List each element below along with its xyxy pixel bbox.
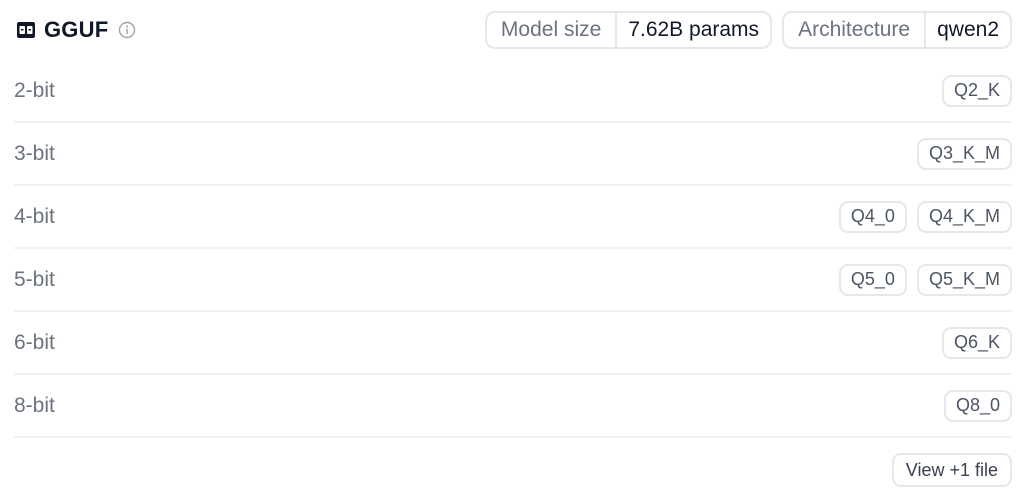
quant-button-q6-k[interactable]: Q6_K bbox=[941, 326, 1012, 359]
page-title: GGUF bbox=[44, 17, 109, 42]
architecture-pill: Architecture qwen2 bbox=[782, 11, 1012, 49]
quant-row-4-bit: 4-bit Q4_0 Q4_K_M bbox=[14, 186, 1012, 249]
view-more-files-button[interactable]: View +1 file bbox=[891, 453, 1012, 487]
model-size-label: Model size bbox=[487, 13, 618, 47]
quant-buttons: Q3_K_M bbox=[916, 137, 1012, 170]
quant-row-3-bit: 3-bit Q3_K_M bbox=[14, 123, 1012, 186]
quantization-list: 2-bit Q2_K 3-bit Q3_K_M 4-bit Q4_0 Q4_K_… bbox=[14, 60, 1012, 438]
quant-button-q5-0[interactable]: Q5_0 bbox=[838, 263, 907, 296]
quant-row-8-bit: 8-bit Q8_0 bbox=[14, 375, 1012, 438]
gguf-header: GGUF Model size 7.62B params Architectur… bbox=[14, 0, 1012, 60]
quant-buttons: Q5_0 Q5_K_M bbox=[838, 263, 1012, 296]
bit-label: 2-bit bbox=[14, 78, 55, 102]
gguf-title-group: GGUF bbox=[14, 17, 136, 43]
bit-label: 4-bit bbox=[14, 204, 55, 228]
quant-button-q8-0[interactable]: Q8_0 bbox=[943, 389, 1012, 422]
quant-button-q4-k-m[interactable]: Q4_K_M bbox=[916, 200, 1012, 233]
bit-label: 8-bit bbox=[14, 393, 55, 417]
model-meta: Model size 7.62B params Architecture qwe… bbox=[484, 11, 1012, 49]
quant-buttons: Q8_0 bbox=[943, 389, 1012, 422]
gguf-footer: View +1 file bbox=[14, 438, 1012, 502]
quant-buttons: Q2_K bbox=[941, 74, 1012, 107]
gguf-panel: GGUF Model size 7.62B params Architectur… bbox=[0, 0, 1022, 504]
quant-button-q5-k-m[interactable]: Q5_K_M bbox=[916, 263, 1012, 296]
quant-button-q3-k-m[interactable]: Q3_K_M bbox=[916, 137, 1012, 170]
model-size-value: 7.62B params bbox=[628, 18, 760, 41]
quant-buttons: Q4_0 Q4_K_M bbox=[838, 200, 1012, 233]
gguf-file-icon bbox=[16, 21, 36, 39]
quant-button-q2-k[interactable]: Q2_K bbox=[941, 74, 1012, 107]
quant-row-2-bit: 2-bit Q2_K bbox=[14, 60, 1012, 123]
quant-buttons: Q6_K bbox=[941, 326, 1012, 359]
bit-label: 5-bit bbox=[14, 267, 55, 291]
architecture-value: qwen2 bbox=[937, 18, 999, 41]
quant-row-6-bit: 6-bit Q6_K bbox=[14, 312, 1012, 375]
quant-row-5-bit: 5-bit Q5_0 Q5_K_M bbox=[14, 249, 1012, 312]
bit-label: 3-bit bbox=[14, 141, 55, 165]
info-icon[interactable] bbox=[118, 21, 136, 39]
model-size-pill: Model size 7.62B params bbox=[484, 11, 773, 49]
architecture-label: Architecture bbox=[784, 13, 927, 47]
bit-label: 6-bit bbox=[14, 330, 55, 354]
quant-button-q4-0[interactable]: Q4_0 bbox=[838, 200, 907, 233]
